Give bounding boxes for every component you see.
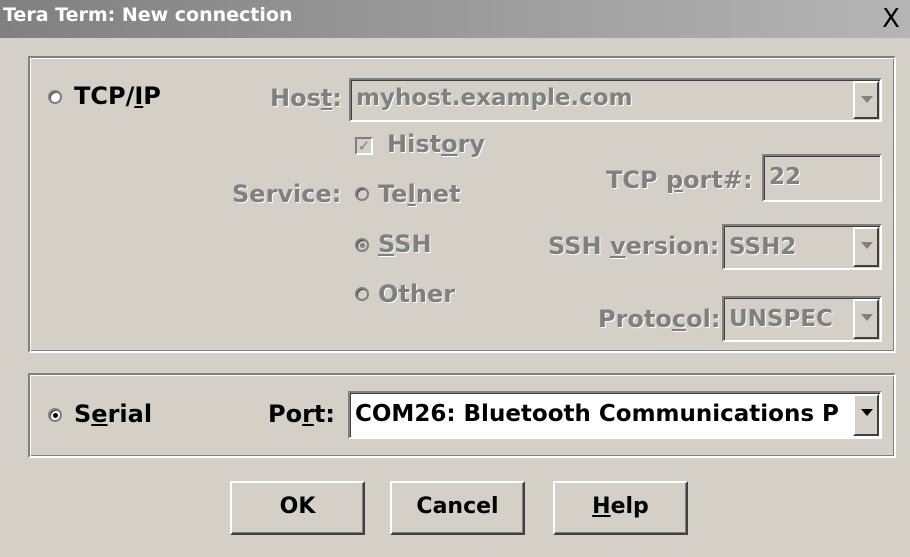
tcp-port-label: TCP port#: xyxy=(606,166,753,194)
host-label: Host: xyxy=(270,84,342,112)
chevron-down-icon xyxy=(861,96,873,103)
other-radio[interactable] xyxy=(355,287,369,301)
chevron-down-icon xyxy=(861,314,873,321)
ssh-radio[interactable] xyxy=(355,238,369,252)
host-value: myhost.example.com xyxy=(356,85,633,111)
tcpip-label[interactable]: TCP/IP xyxy=(74,82,161,110)
tcp-port-input[interactable]: 22 xyxy=(762,154,882,202)
port-dropdown-button[interactable] xyxy=(853,394,879,436)
chevron-down-icon xyxy=(861,242,873,249)
other-label[interactable]: Other xyxy=(378,280,455,308)
host-combobox[interactable]: myhost.example.com xyxy=(349,78,882,122)
host-dropdown-button[interactable] xyxy=(853,81,879,119)
port-value: COM26: Bluetooth Communications P xyxy=(355,401,839,427)
help-button[interactable]: Help xyxy=(553,481,688,535)
chevron-down-icon xyxy=(861,409,873,416)
window-title: Tera Term: New connection xyxy=(3,4,293,26)
ssh-version-select[interactable]: SSH2 xyxy=(722,224,882,270)
telnet-radio[interactable] xyxy=(355,187,369,201)
ssh-label[interactable]: SSH xyxy=(378,230,432,258)
protocol-dropdown-button[interactable] xyxy=(853,299,879,339)
port-select[interactable]: COM26: Bluetooth Communications P xyxy=(348,391,882,439)
ssh-version-label: SSH version: xyxy=(548,232,720,260)
protocol-label: Protocol: xyxy=(598,305,721,333)
history-checkbox[interactable]: ✓ xyxy=(355,137,373,155)
protocol-select[interactable]: UNSPEC xyxy=(722,296,882,342)
close-button[interactable]: X xyxy=(876,6,906,34)
cancel-button[interactable]: Cancel xyxy=(390,481,525,535)
tcp-port-value: 22 xyxy=(769,164,802,190)
telnet-label[interactable]: Telnet xyxy=(378,180,461,208)
ok-button[interactable]: OK xyxy=(230,481,365,535)
ssh-version-value: SSH2 xyxy=(729,234,797,260)
serial-radio[interactable] xyxy=(48,408,62,422)
protocol-value: UNSPEC xyxy=(729,306,833,332)
port-label: Port: xyxy=(268,400,335,428)
history-label[interactable]: History xyxy=(387,130,485,158)
ssh-version-dropdown-button[interactable] xyxy=(853,227,879,267)
serial-label[interactable]: Serial xyxy=(74,400,152,428)
service-label: Service: xyxy=(232,180,342,208)
tcpip-radio[interactable] xyxy=(48,90,62,104)
